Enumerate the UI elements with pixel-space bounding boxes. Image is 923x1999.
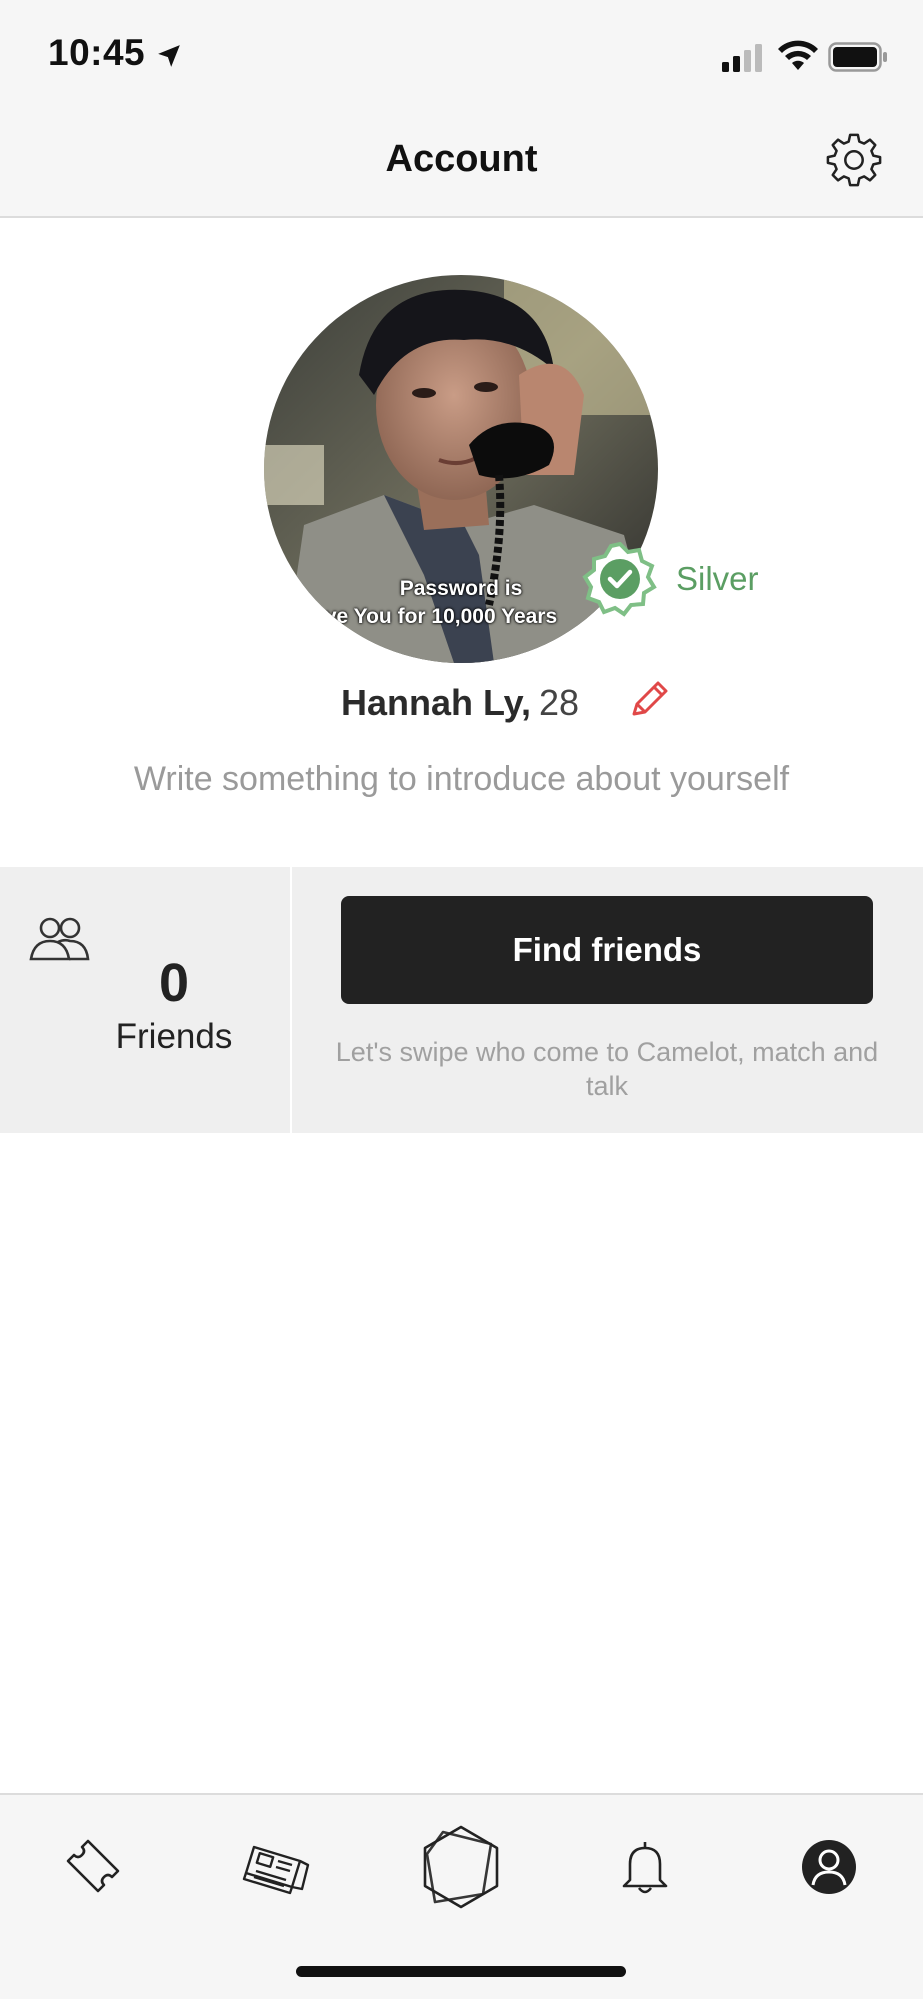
pencil-icon — [632, 681, 668, 716]
find-friends-button[interactable]: Find friends — [341, 896, 873, 1004]
profile-icon — [802, 1840, 856, 1894]
account-screen: 10:45 Account Password is ve You for 10,… — [0, 0, 923, 1999]
cellular-signal-icon — [722, 44, 762, 72]
tab-news[interactable] — [226, 1817, 326, 1917]
settings-button[interactable] — [822, 128, 886, 192]
user-age: 28 — [539, 682, 580, 723]
ticket-icon — [66, 1839, 120, 1893]
tab-tickets[interactable] — [42, 1817, 142, 1917]
gear-icon — [826, 133, 882, 187]
battery-icon — [828, 42, 887, 72]
tab-home[interactable] — [411, 1817, 511, 1917]
wifi-icon — [778, 40, 818, 70]
friends-label: Friends — [115, 1017, 233, 1056]
edit-profile-button[interactable] — [628, 678, 670, 722]
membership-tier-label: Silver — [676, 560, 759, 597]
location-arrow-icon — [158, 45, 180, 67]
tab-account[interactable] — [779, 1817, 879, 1917]
friends-count-cell[interactable]: 0 Friends — [0, 867, 290, 1133]
user-name: Hannah Ly, — [341, 682, 532, 723]
friends-section: 0 Friends Find friends Let's swipe who c… — [0, 867, 923, 1133]
bell-icon — [622, 1842, 668, 1894]
nav-bar: Account — [0, 100, 923, 218]
divider — [290, 867, 292, 1133]
find-friends-description: Let's swipe who come to Camelot, match a… — [335, 1037, 879, 1101]
friends-count: 0 — [158, 953, 190, 1013]
tab-notifications[interactable] — [595, 1817, 695, 1917]
status-time: 10:45 — [48, 32, 146, 73]
bio-placeholder[interactable]: Write something to introduce about yours… — [0, 760, 923, 799]
camelot-hexagon-icon — [423, 1825, 499, 1909]
verified-badge-icon — [582, 542, 657, 617]
status-bar: 10:45 — [0, 0, 923, 100]
newspaper-icon — [242, 1845, 310, 1895]
home-indicator[interactable] — [296, 1966, 626, 1977]
page-title: Account — [385, 138, 538, 180]
name-row: Hannah Ly, 28 — [0, 681, 923, 732]
